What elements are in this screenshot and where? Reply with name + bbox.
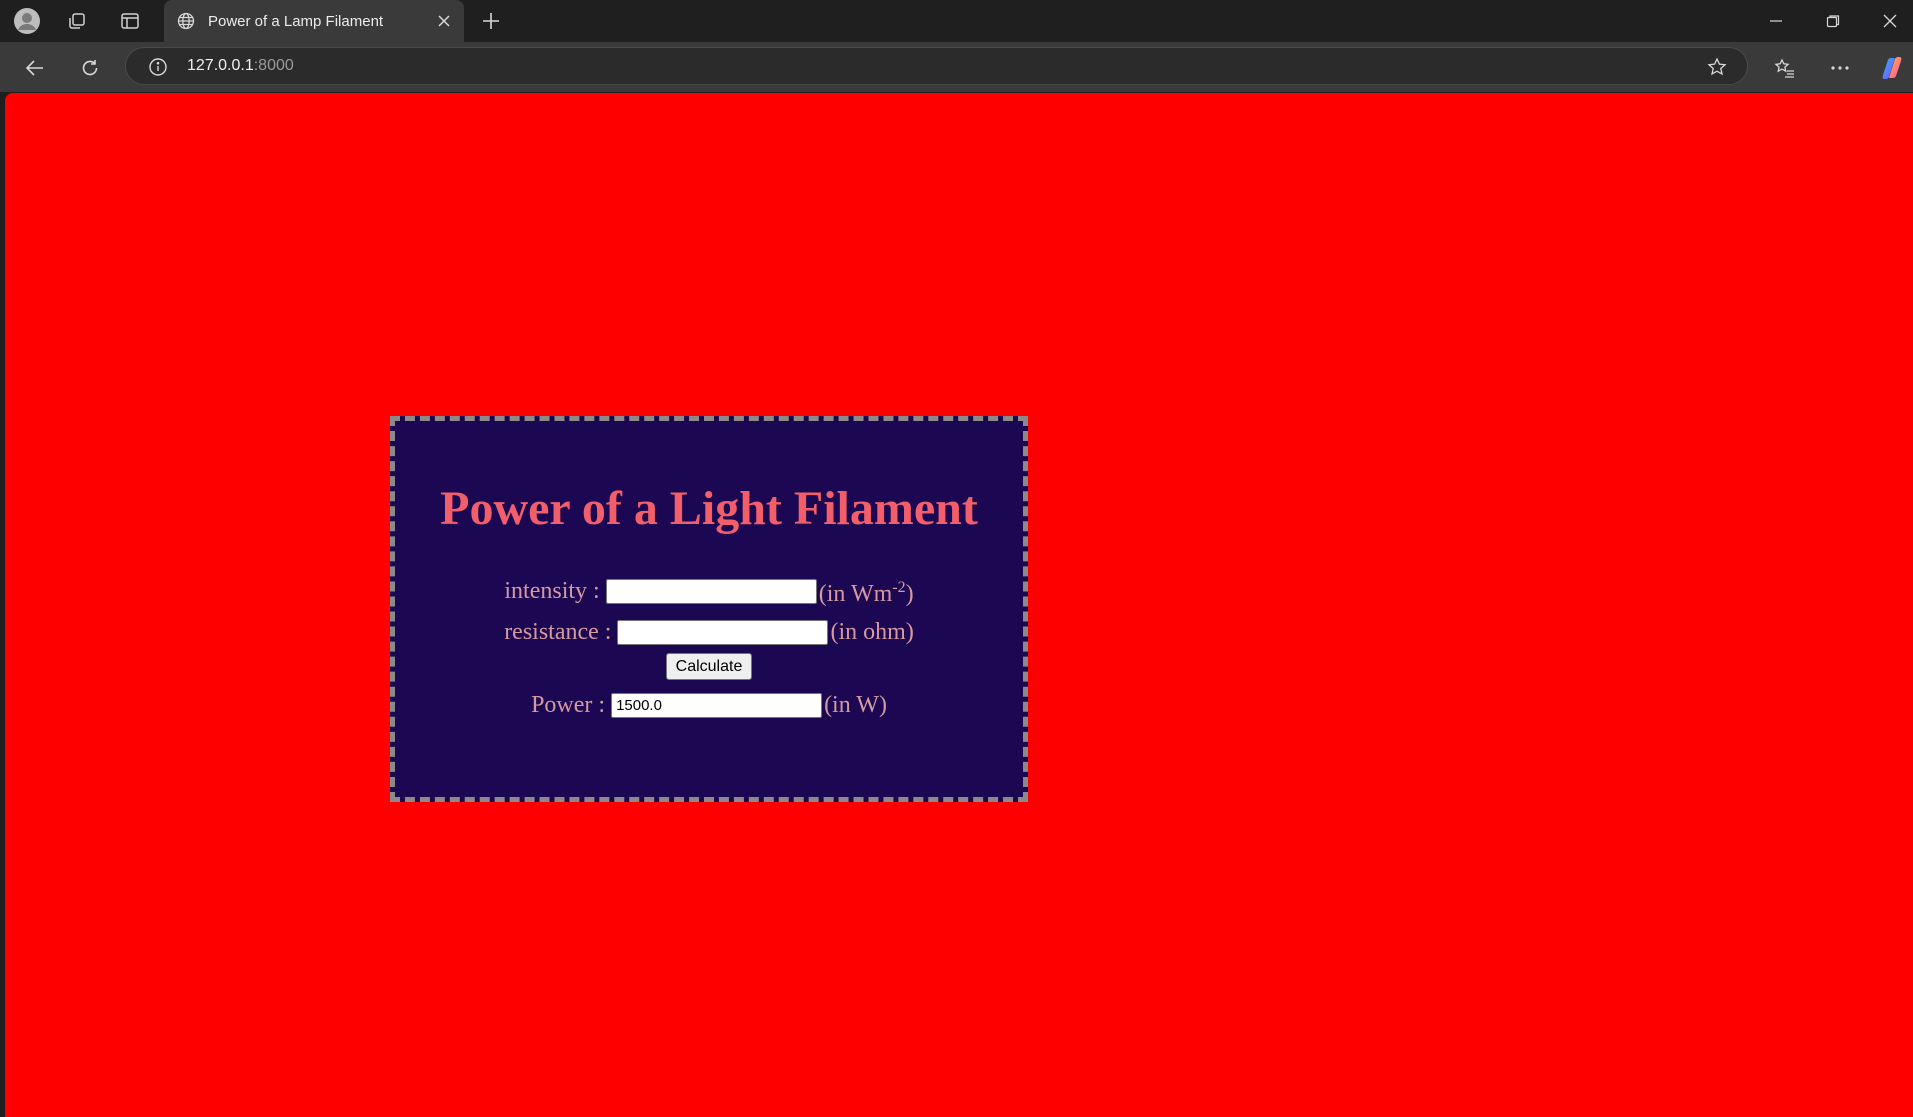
more-options-icon[interactable] (1824, 52, 1856, 84)
globe-icon (174, 9, 198, 33)
reload-icon[interactable] (74, 52, 106, 84)
minimize-icon[interactable] (1748, 0, 1804, 42)
intensity-label: intensity : (504, 578, 600, 604)
intensity-input[interactable] (605, 578, 817, 604)
power-unit: (in W) (824, 692, 887, 718)
vertical-tabs-icon[interactable] (115, 6, 145, 36)
power-output[interactable] (611, 692, 823, 718)
favorites-list-icon[interactable] (1769, 52, 1801, 84)
resistance-unit: (in ohm) (830, 619, 914, 645)
intensity-row: intensity : (in Wm-2) (395, 569, 1023, 613)
restore-icon[interactable] (1805, 0, 1861, 42)
intensity-unit-prefix: (in Wm (818, 581, 893, 607)
calculate-button[interactable]: Calculate (665, 653, 753, 680)
intensity-unit: (in Wm-2) (819, 569, 914, 613)
url-port: :8000 (253, 57, 294, 74)
page-viewport: Power of a Light Filament intensity : (i… (5, 93, 1913, 1117)
intensity-unit-suffix: ) (905, 581, 914, 607)
resistance-label: resistance : (504, 619, 612, 645)
profile-avatar-icon[interactable] (12, 6, 42, 36)
power-label: Power : (531, 692, 606, 718)
tab-strip: Power of a Lamp Filament (0, 0, 1913, 42)
tab-title: Power of a Lamp Filament (208, 12, 384, 30)
resistance-row: resistance : (in ohm) (395, 613, 1023, 651)
tab-active[interactable]: Power of a Lamp Filament (164, 0, 464, 42)
new-tab-icon[interactable] (476, 6, 506, 36)
collections-icon[interactable] (62, 6, 92, 36)
favorite-star-icon[interactable] (1705, 55, 1729, 79)
close-window-icon[interactable] (1862, 0, 1913, 42)
close-tab-icon[interactable] (430, 7, 458, 35)
resistance-input[interactable] (617, 619, 829, 645)
power-row: Power : (in W) (395, 686, 1023, 724)
calculator-card: Power of a Light Filament intensity : (i… (390, 416, 1028, 802)
browser-toolbar: 127.0.0.1:8000 (0, 42, 1913, 92)
site-info-icon[interactable] (146, 55, 170, 79)
url-host: 127.0.0.1 (187, 57, 254, 74)
copilot-icon[interactable] (1876, 52, 1908, 84)
url-text: 127.0.0.1:8000 (187, 57, 294, 75)
calculate-row: Calculate (395, 653, 1023, 680)
intensity-unit-exponent: -2 (892, 579, 906, 596)
address-bar[interactable]: 127.0.0.1:8000 (125, 47, 1748, 85)
back-arrow-icon[interactable] (19, 52, 51, 84)
page-title: Power of a Light Filament (440, 482, 978, 535)
